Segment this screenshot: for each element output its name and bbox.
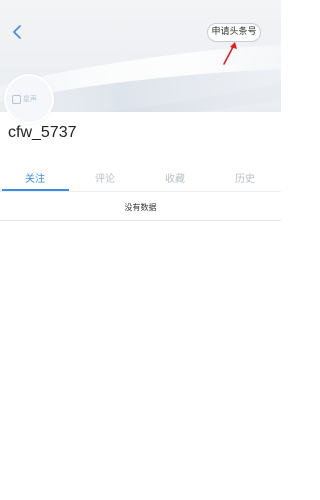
tab-following[interactable]: 关注	[0, 170, 70, 185]
avatar-logo: 星声	[12, 94, 37, 104]
tab-comments[interactable]: 评论	[70, 170, 140, 185]
username: cfw_5737	[8, 124, 77, 141]
logo-mark-icon	[12, 94, 21, 104]
divider	[0, 191, 281, 192]
tab-favorites[interactable]: 收藏	[140, 170, 210, 185]
tab-history[interactable]: 历史	[210, 170, 280, 185]
empty-state-text: 没有数据	[124, 203, 157, 212]
avatar-logo-text: 星声	[23, 95, 37, 103]
tab-bar: 关注 评论 收藏 历史	[0, 170, 281, 192]
red-arrow-annotation-icon	[223, 42, 237, 65]
avatar[interactable]: 星声	[4, 74, 54, 124]
back-button[interactable]	[8, 22, 28, 42]
chevron-left-icon	[13, 25, 21, 39]
divider	[0, 220, 281, 221]
